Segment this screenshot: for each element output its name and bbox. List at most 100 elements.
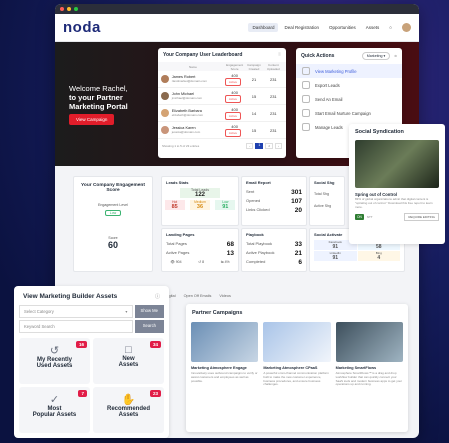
welcome-line-1: Welcome Rachel, (69, 84, 128, 93)
score-cell: 400 Active (224, 90, 244, 103)
hot-leads: Hot 85 (164, 200, 185, 210)
campaign-2-text: A powerful omni-channel communication pl… (263, 371, 329, 387)
avatar (161, 109, 169, 117)
chevron-down-icon: ▾ (125, 309, 128, 314)
assets-card: View Marketing Builder Assets ⓘ Select C… (14, 286, 169, 438)
active-playbook-row: Active Playbook 21 (246, 250, 302, 257)
view-campaign-button[interactable]: View Campaign (69, 114, 115, 125)
new-assets-badge: 34 (149, 341, 161, 348)
clicks-stat: ↺ 8 (198, 260, 205, 264)
page-2[interactable]: 2 (265, 143, 273, 149)
avatar[interactable] (402, 23, 411, 32)
recommended-assets-tile[interactable]: 23 ✋ Recommended Assets (93, 387, 164, 433)
bing-stat: Bing 4 (357, 251, 400, 261)
total-leads: Total Leads 122 (180, 188, 220, 198)
category-select[interactable]: Select Category ▾ (19, 305, 133, 318)
recent-assets-badge: 16 (75, 341, 87, 348)
recent-assets-line2: Used Assets (36, 363, 73, 369)
rate-stat: ⇋ 4% (220, 260, 230, 264)
welcome-text: Welcome Rachel, to your Partner Marketin… (69, 84, 169, 111)
window-titlebar (55, 4, 419, 14)
score-value: 60 (107, 240, 118, 250)
campaign-card-3[interactable]: Marketing SmartFlows Atmosphere SmartFlo… (335, 322, 403, 387)
nav-opportunities[interactable]: Opportunities (325, 23, 360, 32)
avatar (161, 126, 169, 134)
campaign-1-text: Innovatively uses outbound campaigns to … (191, 371, 258, 383)
campaign-3-text: Atmosphere SmartFlows™ is a drag and dro… (335, 371, 403, 387)
next-page-icon[interactable]: › (275, 143, 282, 149)
table-row[interactable]: James Robert rlandmarket@domain.com 400 Act… (158, 71, 286, 88)
category-select[interactable]: Marketing ▾ (361, 52, 391, 60)
keyword-search-input[interactable]: Keyword Search (19, 320, 133, 333)
popular-assets-tile[interactable]: 7 ✓ Most Popular Assets (19, 387, 90, 433)
popular-assets-line2: Popular Assets (32, 412, 77, 418)
assets-title: View Marketing Builder Assets (23, 293, 118, 300)
tab-videos[interactable]: Videos (219, 294, 231, 298)
campaign-2-title: Marketing Atmosphere CPaaS (263, 366, 318, 370)
content-cell: 231 (269, 110, 277, 116)
completed-row: Completed 6 (246, 259, 302, 266)
medium-leads: Medium 36 (189, 200, 210, 210)
table-row[interactable]: Elizabeth Barbara elizabeth@domain.com 400… (158, 105, 286, 122)
recent-assets-tile[interactable]: 16 ↺ My Recently Used Assets (19, 338, 90, 384)
quick-actions-title: Quick Actions (301, 53, 335, 59)
landing-pages-title: Landing Pages (166, 232, 195, 237)
search-button[interactable]: Search (134, 320, 164, 333)
nav-assets[interactable]: Assets (362, 23, 384, 32)
social-post-text: 83% of global organizations admit that d… (355, 197, 433, 209)
playbook-card: Playbook Total Playbook 33 Active Playboo… (241, 228, 307, 272)
social-syndication-card: Social Syndication Spring out of Control… (349, 124, 445, 244)
settings-icon[interactable]: ⚙ (394, 54, 397, 58)
user-name-cell: Elizabeth Barbara elizabeth@domain.com (171, 109, 204, 117)
page-1[interactable]: 1 (255, 143, 264, 149)
avatar (161, 75, 169, 83)
leads-stats-card: Leads Stats Total Leads 122 Hot 85 Medium 3… (161, 176, 239, 226)
campaign-image-3 (335, 322, 403, 362)
active-pages-row: Active Pages 13 (166, 250, 234, 257)
new-assets-tile[interactable]: 34 □ New Assets (93, 338, 164, 384)
user-name-cell: Jessica Karen jessica@domain.com (171, 126, 201, 134)
post-toggle[interactable]: ON (355, 214, 364, 221)
tab-emails[interactable]: Open Off Emails (184, 294, 212, 298)
qa-export-leads[interactable]: Export Leads (296, 78, 402, 92)
maximize-dot[interactable] (74, 7, 78, 11)
table-row[interactable]: Jessica Karen jessica@domain.com 400 Active… (158, 122, 286, 139)
col-score: Engagement Score (226, 62, 244, 71)
leaderboard-title: Your Company User Leaderboard (163, 52, 243, 58)
score-cell: 400 Active (224, 124, 244, 137)
welcome-line-3: Marketing Portal (69, 102, 128, 111)
show-me-button[interactable]: Show Me (134, 305, 164, 318)
campaign-tabs: Digital Open Off Emails Videos (165, 294, 231, 298)
nav-dashboard[interactable]: Dashboard (248, 23, 279, 32)
campaign-card-2[interactable]: Marketing Atmosphere CPaaS A powerful om… (263, 322, 331, 387)
qa-send-email[interactable]: Send An Email (296, 92, 402, 106)
close-dot[interactable] (60, 7, 64, 11)
logo[interactable]: noda (63, 19, 101, 36)
require-editing-button[interactable]: REQUIRE EDITING (404, 213, 439, 222)
email-report-title: Email Report (246, 180, 271, 185)
qa-view-profile[interactable]: View Marketing Profile (296, 64, 402, 78)
bell-icon[interactable]: ○ (385, 23, 396, 32)
active-shg: Active Shg (314, 204, 332, 208)
campaign-3-title: Marketing SmartFlows (335, 366, 377, 370)
nav-deal-registration[interactable]: Deal Registration (280, 23, 323, 32)
content-cell: 231 (269, 127, 277, 133)
minimize-dot[interactable] (67, 7, 71, 11)
top-nav: noda Dashboard Deal Registration Opportu… (55, 14, 419, 42)
prev-page-icon[interactable]: ‹ (246, 143, 254, 149)
campaign-cell: 15 (251, 93, 257, 99)
info-icon[interactable]: ⓘ (155, 293, 160, 300)
info-icon[interactable]: ⓘ (278, 52, 281, 58)
status-badge: Active (224, 111, 241, 120)
leaderboard-footer: Showing 1 to 5 of 23 entries (162, 144, 200, 148)
email-clicked-row: Links Clicked 20 (246, 207, 302, 214)
new-assets-line2: Assets (118, 362, 139, 368)
campaign-card-1[interactable]: Marketing Atmosphere Engage Innovatively… (191, 322, 259, 387)
qa-nurture[interactable]: Start Email Nurture Campaign (296, 106, 402, 120)
social-shg-title: Social Shg (314, 180, 335, 185)
table-row[interactable]: John Michael jmichael@domain.com 400 Active… (158, 88, 286, 105)
profile-icon (302, 67, 310, 75)
campaign-image-2 (263, 322, 331, 362)
social-shg-card: Social Shg Total Shg Active Shg (309, 176, 345, 226)
total-pages-row: Total Pages 68 (166, 241, 234, 248)
